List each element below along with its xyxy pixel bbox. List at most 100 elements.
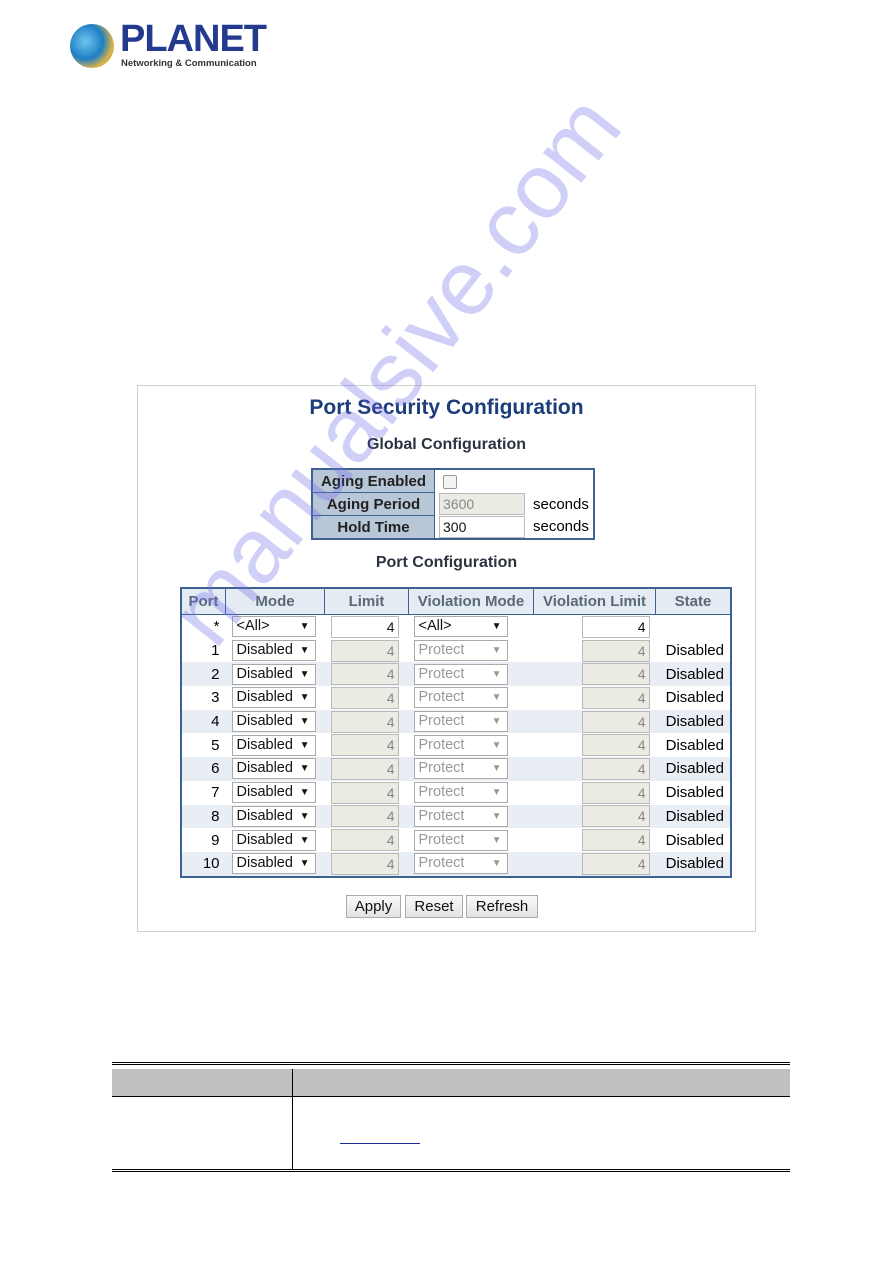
state-value: Disabled xyxy=(655,851,731,877)
limit-input[interactable]: 4 xyxy=(330,710,399,733)
violation-mode-select[interactable]: Protect ▼ xyxy=(413,663,508,685)
violation-limit-input[interactable]: 4 xyxy=(581,852,650,875)
violation-limit-input[interactable]: 4 xyxy=(581,781,650,804)
limit-input[interactable]: 4 xyxy=(330,734,399,757)
column-header: Limit xyxy=(324,587,409,615)
hold-time-input[interactable]: 300 xyxy=(439,515,525,538)
mode-value: Disabled xyxy=(236,689,293,706)
violation-mode-select[interactable]: Protect ▼ xyxy=(413,782,508,804)
dropdown-arrow-icon: ▼ xyxy=(299,621,310,633)
mode-select[interactable]: Disabled ▼ xyxy=(231,687,316,709)
page-title: Port Security Configuration xyxy=(309,396,584,419)
violation-limit-input[interactable]: 4 xyxy=(581,710,650,733)
violation-mode-value: Protect xyxy=(418,831,465,848)
violation-mode-select[interactable]: Protect ▼ xyxy=(413,758,508,780)
violation-limit-input[interactable]: 4 xyxy=(581,805,650,828)
mode-select[interactable]: <All> ▼ xyxy=(231,616,316,638)
apply-button[interactable]: Apply xyxy=(346,895,401,918)
mode-select[interactable]: Disabled ▼ xyxy=(231,734,316,756)
violation-mode-select[interactable]: Protect ▼ xyxy=(413,853,508,875)
violation-mode-select[interactable]: Protect ▼ xyxy=(413,734,508,756)
limit-input[interactable]: 4 xyxy=(330,805,399,828)
port-config-table: Port Mode Limit Violation Mode Violation Lim… xyxy=(180,587,732,878)
violation-limit-input[interactable]: 4 xyxy=(581,757,650,780)
violation-limit-input[interactable]: 4 xyxy=(581,639,650,662)
logo-tagline: Networking & Communication xyxy=(121,58,257,69)
dropdown-arrow-icon: ▼ xyxy=(491,858,502,870)
column-header: Port xyxy=(180,587,226,615)
state-value: Disabled xyxy=(665,784,724,802)
violation-mode-select[interactable]: Protect ▼ xyxy=(413,805,508,827)
dropdown-arrow-icon: ▼ xyxy=(299,692,310,704)
mode-select[interactable]: Disabled ▼ xyxy=(231,758,316,780)
limit-input[interactable]: 4 xyxy=(330,852,399,875)
dropdown-arrow-icon: ▼ xyxy=(491,834,502,846)
limit-input[interactable]: 4 xyxy=(330,781,399,804)
limit-input[interactable]: 4 xyxy=(330,639,399,662)
violation-limit-input[interactable]: 4 xyxy=(581,734,650,757)
global-config-table: Aging Enabled Aging Period 3600 seconds … xyxy=(311,468,595,540)
state-value xyxy=(656,615,732,639)
violation-limit-input[interactable]: 4 xyxy=(581,663,650,686)
planet-logo: PLANET Networking & Communication xyxy=(68,18,267,72)
description-link[interactable] xyxy=(340,1139,420,1144)
table-row: 4 Disabled ▼ 4 Protect ▼ 4 Disabled xyxy=(181,709,731,734)
mode-select[interactable]: Disabled ▼ xyxy=(231,805,316,827)
mode-value: Disabled xyxy=(236,807,293,824)
violation-limit-input[interactable]: 4 xyxy=(581,829,650,852)
mode-select[interactable]: Disabled ▼ xyxy=(231,663,316,685)
refresh-button[interactable]: Refresh xyxy=(466,895,538,918)
dropdown-arrow-icon: ▼ xyxy=(299,645,310,657)
mode-value: Disabled xyxy=(236,831,293,848)
mode-select[interactable]: Disabled ▼ xyxy=(231,782,316,804)
mode-value: Disabled xyxy=(236,784,293,801)
mode-select[interactable]: Disabled ▼ xyxy=(231,640,316,662)
limit-input[interactable]: 4 xyxy=(330,686,399,709)
aging-enabled-checkbox[interactable] xyxy=(443,474,457,489)
mode-select[interactable]: Disabled ▼ xyxy=(231,711,316,733)
mode-select[interactable]: Disabled ▼ xyxy=(231,829,316,851)
violation-mode-value: Protect xyxy=(418,642,465,659)
violation-limit-input[interactable]: 4 xyxy=(581,686,650,709)
violation-mode-value: Protect xyxy=(418,855,465,872)
port-number: 1 xyxy=(211,642,220,660)
dropdown-arrow-icon: ▼ xyxy=(299,763,310,775)
table-row: 6 Disabled ▼ 4 Protect ▼ 4 Disabled xyxy=(181,757,731,781)
dropdown-arrow-icon: ▼ xyxy=(299,810,310,822)
violation-mode-value: Protect xyxy=(418,665,465,682)
dropdown-arrow-icon: ▼ xyxy=(491,692,502,704)
port-number: 5 xyxy=(211,736,220,754)
limit-input[interactable]: 4 xyxy=(330,663,399,686)
violation-mode-select[interactable]: Protect ▼ xyxy=(413,829,508,851)
violation-mode-value: Protect xyxy=(418,736,465,753)
table-row: 1 Disabled ▼ 4 Protect ▼ 4 Disabled xyxy=(181,639,731,663)
limit-input[interactable]: 4 xyxy=(330,757,399,780)
hold-time-unit: seconds xyxy=(533,518,589,536)
limit-input[interactable]: 4 xyxy=(330,829,399,852)
dropdown-arrow-icon: ▼ xyxy=(299,739,310,751)
state-value: Disabled xyxy=(665,642,724,660)
limit-input[interactable]: 4 xyxy=(330,615,399,638)
violation-mode-select[interactable]: Protect ▼ xyxy=(413,687,508,709)
dropdown-arrow-icon: ▼ xyxy=(491,668,502,680)
aging-enabled-label: Aging Enabled xyxy=(311,468,435,493)
port-number: 7 xyxy=(211,784,220,802)
global-config-heading: Global Configuration xyxy=(366,436,527,453)
table-row: 9 Disabled ▼ 4 Protect ▼ 4 Disabled xyxy=(181,828,731,852)
violation-mode-value: <All> xyxy=(418,618,452,635)
violation-mode-select[interactable]: Protect ▼ xyxy=(413,711,508,733)
reset-button[interactable]: Reset xyxy=(405,895,463,918)
dropdown-arrow-icon: ▼ xyxy=(299,858,310,870)
port-number: 10 xyxy=(181,851,226,877)
aging-period-input[interactable]: 3600 xyxy=(439,493,525,515)
violation-mode-select[interactable]: <All> ▼ xyxy=(413,616,508,638)
dropdown-arrow-icon: ▼ xyxy=(491,621,502,633)
dropdown-arrow-icon: ▼ xyxy=(491,763,502,775)
violation-mode-value: Protect xyxy=(418,760,465,777)
violation-mode-select[interactable]: Protect ▼ xyxy=(413,640,508,662)
dropdown-arrow-icon: ▼ xyxy=(299,716,310,728)
aging-period-label: Aging Period xyxy=(311,492,435,516)
table-row: 3 Disabled ▼ 4 Protect ▼ 4 Disabled xyxy=(181,686,731,710)
mode-select[interactable]: Disabled ▼ xyxy=(231,853,316,875)
violation-limit-input[interactable]: 4 xyxy=(581,615,650,638)
